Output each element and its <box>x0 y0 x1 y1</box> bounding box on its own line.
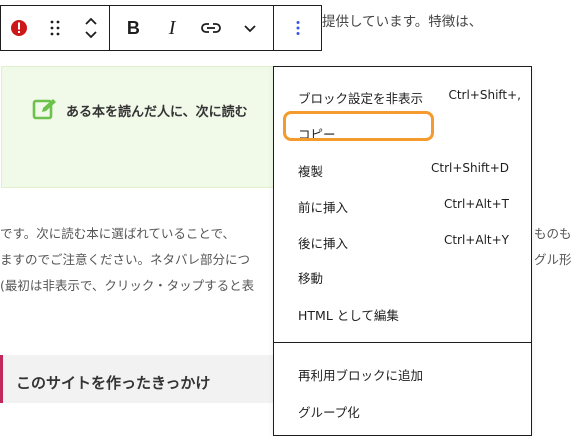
move-up-down-icon[interactable] <box>73 6 109 50</box>
menu-divider <box>274 342 531 343</box>
section-heading: このサイトを作ったきっかけ <box>16 374 211 392</box>
callout-text: ある本を読んだ人に、次に読む <box>66 105 248 120</box>
menu-item-move[interactable]: 移動 <box>274 261 531 291</box>
block-toolbar: B I <box>0 5 322 51</box>
paragraph-line-3: (最初は非表示で、クリック・タップすると表 <box>0 278 255 293</box>
paragraph-line-2-tail: グル形 <box>534 252 572 267</box>
copy-highlight-annotation <box>283 111 434 141</box>
menu-item-group[interactable]: グループ化 <box>274 395 531 425</box>
paragraph-line-1: です。次に読む本に選ばれていることで、 <box>0 226 236 241</box>
shortcut-label: Ctrl+Shift+D <box>431 161 509 175</box>
edit-icon <box>32 98 58 120</box>
warning-icon[interactable] <box>1 6 37 50</box>
menu-item-insert-before[interactable]: 前に挿入 Ctrl+Alt+T <box>274 190 531 220</box>
chevron-down-icon[interactable] <box>232 6 268 50</box>
shortcut-label: Ctrl+Shift+, <box>448 88 521 102</box>
paragraph-line-2: ますのでご注意ください。ネタバレ部分につ <box>0 252 251 267</box>
menu-item-add-reusable-block[interactable]: 再利用ブロックに追加 <box>274 358 531 388</box>
toolbar-group-options <box>274 6 321 50</box>
paragraph-line-1-tail: ものも <box>534 226 572 241</box>
shortcut-label: Ctrl+Alt+T <box>443 197 509 211</box>
callout-box <box>1 66 291 188</box>
menu-item-insert-after[interactable]: 後に挿入 Ctrl+Alt+Y <box>274 226 531 256</box>
italic-button[interactable]: I <box>154 6 190 50</box>
menu-item-edit-as-html[interactable]: HTML として編集 <box>274 298 531 328</box>
bold-button[interactable]: B <box>115 6 151 50</box>
toolbar-group-format: B I <box>110 6 274 50</box>
link-icon[interactable] <box>193 6 229 50</box>
top-paragraph-text: 提供しています。特徴は、 <box>322 14 483 30</box>
shortcut-label: Ctrl+Alt+Y <box>443 233 509 247</box>
more-vertical-icon[interactable] <box>280 6 316 50</box>
toolbar-group-block <box>1 6 110 50</box>
menu-item-duplicate[interactable]: 複製 Ctrl+Shift+D <box>274 154 531 184</box>
drag-handle-icon[interactable] <box>37 6 73 50</box>
menu-item-hide-block-settings[interactable]: ブロック設定を非表示 Ctrl+Shift+, <box>274 81 531 111</box>
